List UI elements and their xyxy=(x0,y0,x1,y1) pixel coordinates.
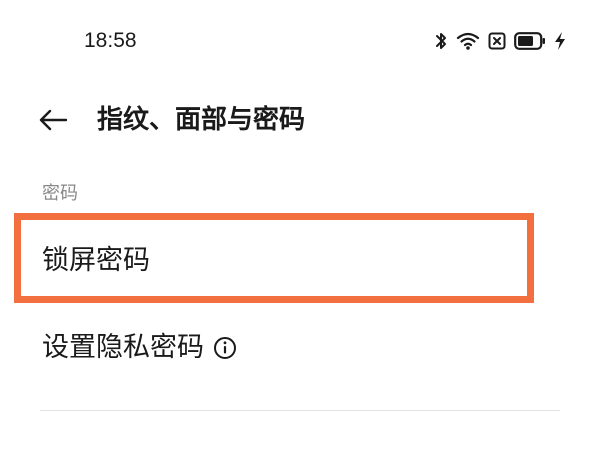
wifi-icon xyxy=(456,32,480,50)
back-arrow-icon xyxy=(39,109,68,131)
bluetooth-icon xyxy=(436,33,446,49)
status-time: 18:58 xyxy=(84,29,137,52)
page-title: 指纹、面部与密码 xyxy=(97,105,306,135)
back-button[interactable] xyxy=(28,100,78,140)
privacy-password-label: 设置隐私密码 xyxy=(42,332,204,363)
divider xyxy=(40,410,560,411)
status-icons xyxy=(434,28,566,54)
section-label-password: 密码 xyxy=(42,183,78,204)
charging-icon xyxy=(555,32,565,50)
page-header: 指纹、面部与密码 xyxy=(0,92,600,148)
battery-icon xyxy=(514,32,545,50)
sim-disabled-icon xyxy=(488,32,506,50)
settings-screen: 18:58 指纹、面部与密码 密码 锁屏密码 设置隐私密码 xyxy=(0,0,600,450)
info-icon[interactable] xyxy=(213,336,237,364)
status-bar: 18:58 xyxy=(0,0,600,80)
lock-screen-password-label: 锁屏密码 xyxy=(42,245,150,276)
privacy-password-item[interactable]: 设置隐私密码 xyxy=(0,316,600,380)
lock-screen-password-item[interactable]: 锁屏密码 xyxy=(0,226,600,296)
